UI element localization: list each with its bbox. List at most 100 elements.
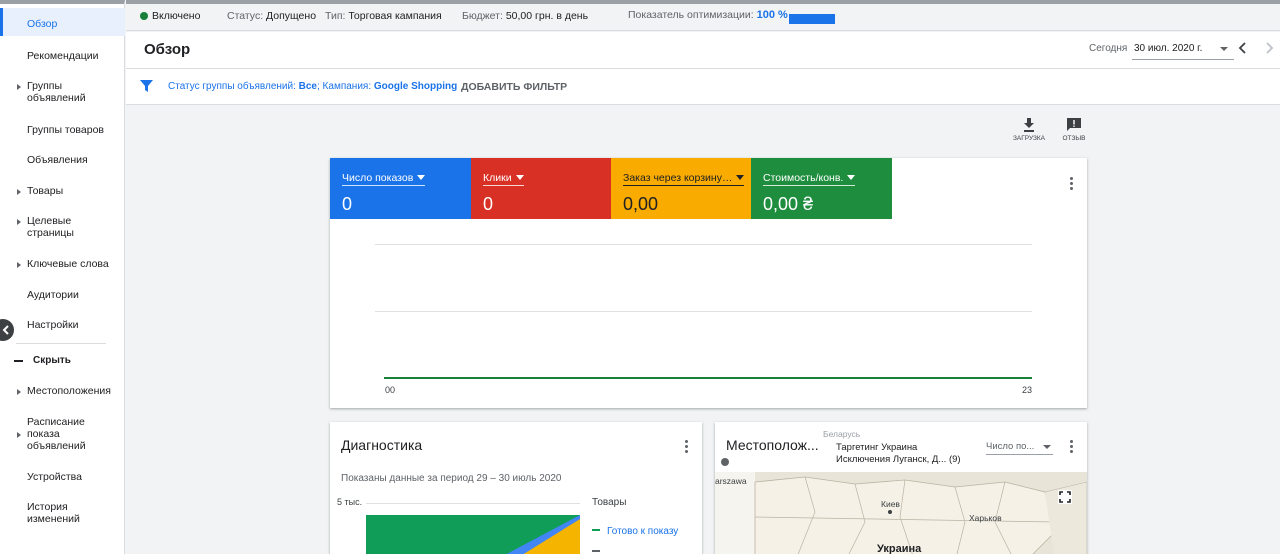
date-range-value[interactable]: 30 июл. 2020 г. — [1134, 43, 1202, 54]
next-period-icon[interactable] — [1264, 41, 1274, 55]
feedback-label: ОТЗЫВ — [1062, 135, 1086, 142]
chevron-left-icon — [2, 325, 9, 335]
metric-cart-orders-name[interactable]: Заказ через корзину… — [623, 172, 745, 186]
metric-clicks-value: 0 — [483, 194, 494, 214]
date-dropdown-arrow-icon[interactable] — [1220, 47, 1228, 51]
sidebar-item-label: Настройки — [27, 319, 79, 331]
sidebar-item-label: Устройства — [27, 471, 82, 483]
metric-cost-per-conversion-value: 0,00 ₴ — [763, 194, 814, 214]
enabled-status[interactable]: Включено — [140, 10, 200, 22]
metric-clicks[interactable]: Клики 0 — [471, 158, 612, 219]
more-options-icon[interactable] — [685, 440, 689, 455]
x-tick-label: 23 — [1022, 385, 1033, 395]
metric-impressions-name[interactable]: Число показов — [342, 172, 426, 186]
metric-cost-per-conversion[interactable]: Стоимость/конв. 0,00 ₴ — [751, 158, 892, 219]
feedback-button[interactable]: ОТЗЫВ — [1054, 118, 1094, 142]
sidebar-item-locations[interactable]: Местоположения — [0, 385, 125, 397]
enabled-label: Включено — [152, 10, 201, 22]
filter-icon[interactable] — [140, 80, 153, 92]
campaign-status-bar: Включено Статус: Допущено Тип: Торговая … — [126, 0, 1280, 31]
metric-impressions-label: Число показов — [342, 172, 414, 184]
sidebar-item-recommendations[interactable]: Рекомендации — [0, 50, 125, 62]
download-button[interactable]: ЗАГРУЗКА — [1009, 118, 1049, 142]
sidebar-item-devices[interactable]: Устройства — [0, 471, 125, 483]
chart-series-line — [384, 377, 1032, 379]
previous-period-icon[interactable] — [1238, 41, 1248, 55]
filter-bar: Статус группы объявлений: Все; Кампания:… — [126, 69, 1280, 105]
sidebar-item-settings[interactable]: Настройки — [0, 319, 125, 331]
targeting-summary: Таргетинг Украина Исключения Луганск, Д.… — [834, 442, 963, 466]
sidebar-item-label: Ключевые слова — [27, 258, 109, 270]
locations-card: Беларусь Местополож... Таргетинг Украина… — [715, 422, 1087, 554]
dropdown-triangle-icon — [417, 175, 426, 180]
metric-cost-per-conversion-label: Стоимость/конв. — [763, 172, 844, 184]
sidebar-item-landing-pages[interactable]: Целевые страницы — [0, 215, 95, 239]
chart-gridline — [366, 503, 580, 504]
legend-item-ready[interactable]: Готово к показу — [592, 526, 678, 537]
filter-campaign-value: Google Shopping — [373, 81, 458, 92]
more-options-icon[interactable] — [1070, 177, 1074, 192]
diagnostics-subtitle: Показаны данные за период 29 – 30 июль 2… — [341, 473, 562, 484]
fullscreen-button[interactable] — [1058, 490, 1072, 504]
optimization-score-bar — [789, 14, 835, 24]
y-tick-label: 5 тыс. — [337, 497, 363, 507]
exclusions-line: Исключения Луганск, Д... — [836, 454, 947, 465]
metric-clicks-name[interactable]: Клики — [483, 172, 524, 186]
map-pin-icon — [721, 458, 729, 466]
filter-ad-group-status-label: Статус группы объявлений: — [168, 81, 299, 92]
optimization-score[interactable]: Показатель оптимизации: 100 % — [628, 9, 788, 21]
locations-title: Местополож... — [726, 437, 819, 453]
metric-cart-orders[interactable]: Заказ через корзину… 0,00 — [611, 158, 752, 219]
dropdown-triangle-icon — [736, 175, 745, 180]
add-filter-button[interactable]: ДОБАВИТЬ ФИЛЬТР — [461, 81, 567, 93]
sidebar-item-label: История изменений — [27, 501, 80, 525]
performance-chart-card: Число показов 0 Клики 0 Заказ через корз… — [330, 158, 1087, 408]
sidebar-item-ad-schedule[interactable]: Расписание показа объявлений — [0, 416, 100, 452]
sidebar-item-audiences[interactable]: Аудитории — [0, 289, 125, 301]
more-options-icon[interactable] — [1070, 440, 1074, 455]
sidebar-item-label: Аудитории — [27, 289, 79, 301]
sidebar-item-ad-groups[interactable]: Группы объявлений — [0, 80, 115, 104]
budget[interactable]: Бюджет: 50,00 грн. в день — [462, 10, 588, 22]
download-icon — [1024, 118, 1034, 132]
expand-caret-icon — [17, 219, 21, 225]
sidebar-item-label: Товары — [27, 185, 64, 197]
sidebar-divider — [16, 343, 106, 344]
map[interactable] — [715, 472, 1087, 554]
download-label: ЗАГРУЗКА — [1012, 135, 1045, 142]
metric-cart-orders-value: 0,00 — [623, 194, 659, 214]
sidebar-item-change-history[interactable]: История изменений — [0, 501, 100, 525]
sidebar-item-label: Группы объявлений — [27, 80, 86, 104]
budget-label: Бюджет: — [462, 10, 503, 22]
dropdown-triangle-icon — [515, 175, 524, 180]
legend-item-marker — [592, 550, 600, 552]
expand-caret-icon — [17, 262, 21, 268]
metric-impressions[interactable]: Число показов 0 — [330, 158, 471, 219]
diagnostics-area-chart — [366, 515, 580, 554]
sidebar-item-product-groups[interactable]: Группы товаров — [0, 124, 125, 136]
budget-value: 50,00 грн. в день — [505, 10, 589, 22]
expand-caret-icon — [17, 84, 21, 90]
map-regions — [715, 472, 1087, 554]
dropdown-triangle-icon — [847, 175, 856, 180]
diagnostics-title: Диагностика — [341, 437, 423, 453]
active-filters[interactable]: Статус группы объявлений: Все; Кампания:… — [168, 81, 457, 92]
filter-ad-group-status-value: Все — [298, 81, 317, 92]
map-metric-select[interactable]: Число по... — [986, 441, 1053, 455]
diagnostics-card: Диагностика Показаны данные за период 29… — [330, 422, 702, 554]
sidebar-hide-label: Скрыть — [33, 355, 71, 366]
map-label-ukraine: Украина — [877, 543, 922, 554]
sidebar-item-label: Рекомендации — [27, 50, 99, 62]
sidebar-item-keywords[interactable]: Ключевые слова — [0, 258, 125, 270]
metric-cart-orders-label: Заказ через корзину… — [623, 172, 733, 184]
expand-caret-icon — [17, 432, 21, 438]
metric-cost-per-conversion-name[interactable]: Стоимость/конв. — [763, 172, 856, 186]
sidebar-item-products[interactable]: Товары — [0, 185, 125, 197]
sidebar-item-label: Группы товаров — [27, 124, 104, 136]
sidebar-item-ads[interactable]: Объявления — [0, 154, 125, 166]
metric-clicks-label: Клики — [483, 172, 512, 184]
sidebar-item-overview[interactable]: Обзор — [0, 8, 125, 36]
feedback-icon — [1067, 118, 1081, 131]
campaign-type-value: Торговая кампания — [348, 10, 442, 22]
sidebar-hide-toggle[interactable]: Скрыть — [0, 355, 125, 367]
